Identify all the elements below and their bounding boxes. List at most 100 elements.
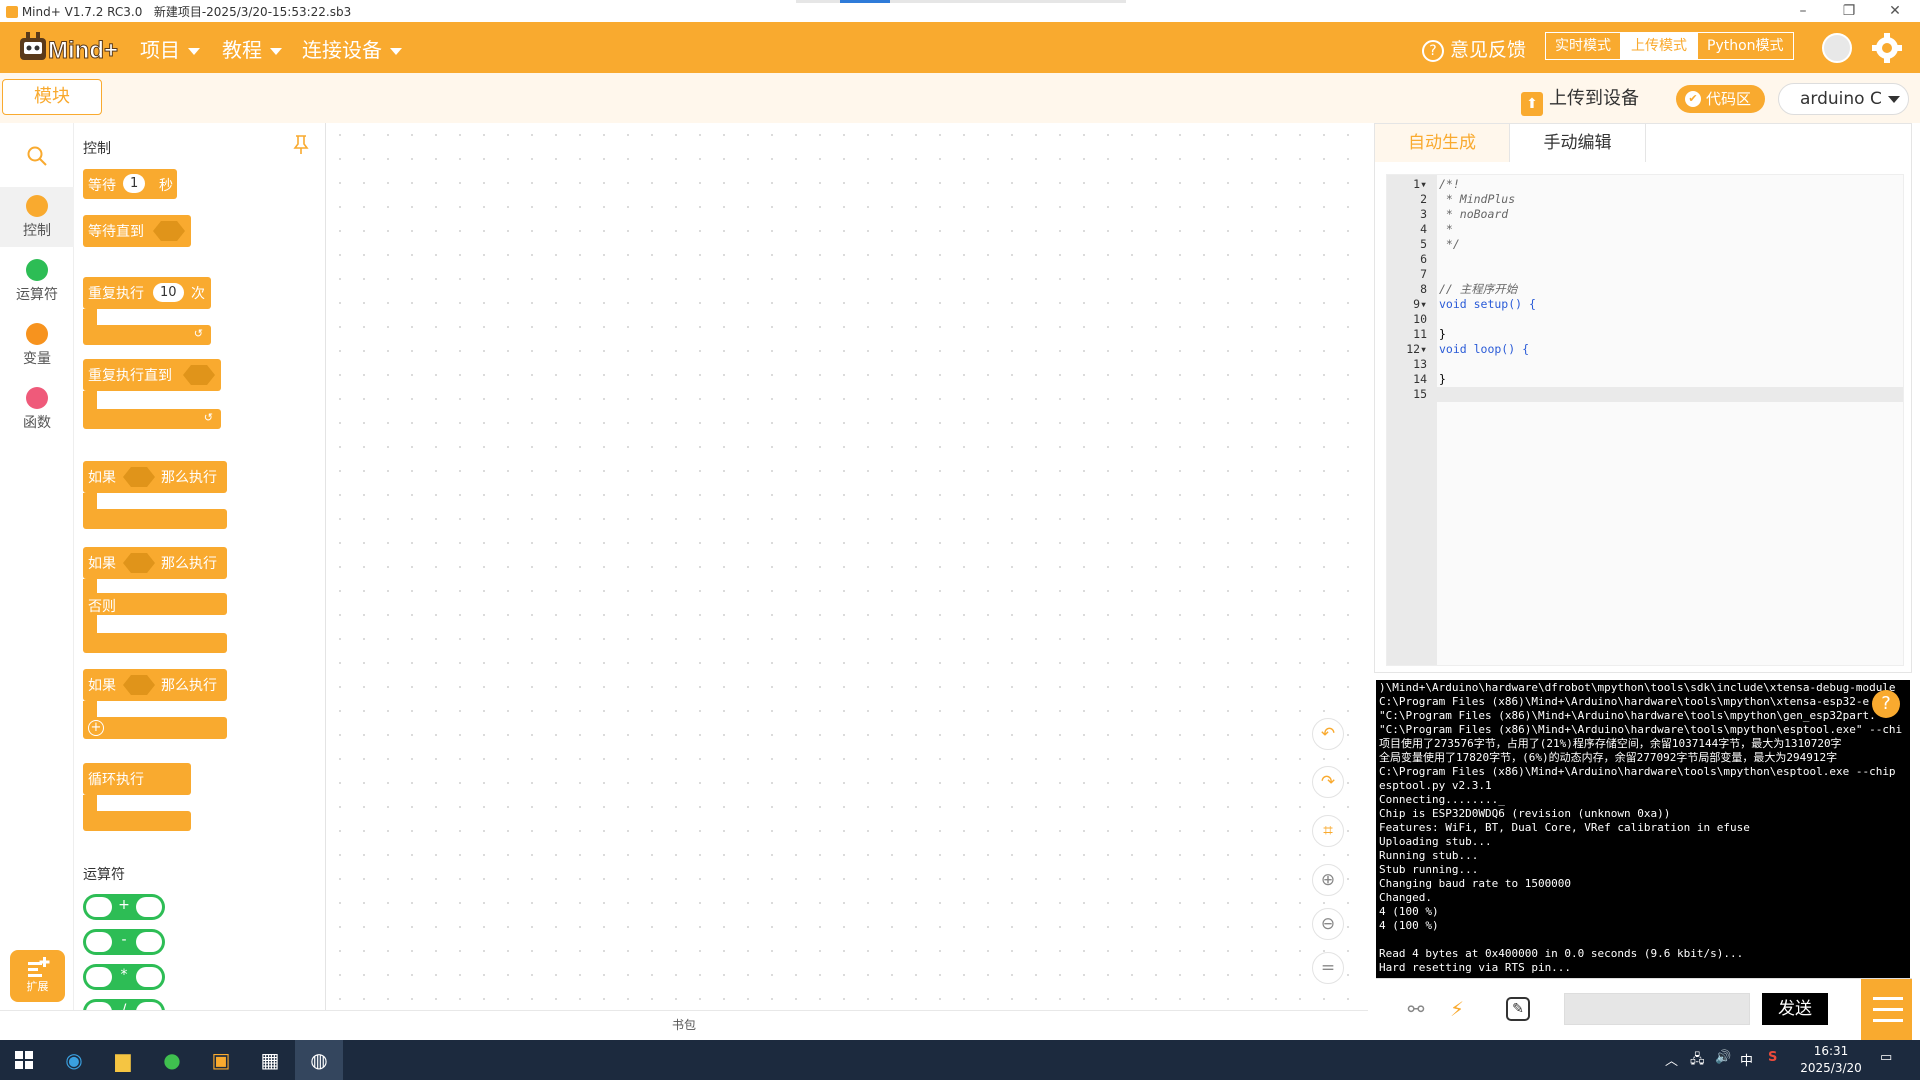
edge-icon[interactable]: ◉: [50, 1040, 98, 1080]
zoom-out-button[interactable]: ⊖: [1312, 908, 1344, 940]
category-operators[interactable]: 运算符: [0, 255, 74, 304]
block-op-divide[interactable]: /: [83, 999, 165, 1010]
feedback-button[interactable]: ? 意见反馈: [1422, 35, 1526, 62]
block-repeat-times[interactable]: 重复执行 10 次: [83, 277, 211, 309]
code-editor[interactable]: 1▾/*! 2 * MindPlus 3 * noBoard 4 * 5 */ …: [1386, 174, 1904, 666]
category-functions[interactable]: 函数: [0, 383, 74, 432]
block-op-add[interactable]: +: [83, 894, 165, 920]
tray-chevron-icon[interactable]: ︿: [1665, 1050, 1678, 1069]
block-if-else[interactable]: 如果 那么执行: [83, 547, 227, 579]
zoom-reset-button[interactable]: =: [1312, 952, 1344, 984]
ime-indicator[interactable]: 中: [1740, 1050, 1753, 1069]
category-control[interactable]: 控制: [0, 187, 74, 247]
block-forever-end: [83, 811, 191, 831]
menu-bar: Mind+ 项目 教程 连接设备 ? 意见反馈 实时模式 上传模式 Python…: [0, 22, 1920, 73]
mode-realtime[interactable]: 实时模式: [1545, 32, 1621, 60]
chevron-down-icon: [1887, 95, 1900, 103]
tab-blocks[interactable]: 模块: [2, 79, 102, 115]
gear-icon[interactable]: [1871, 32, 1903, 64]
category-sidebar: 控制 运算符 变量 函数: [0, 123, 74, 1040]
file-explorer-icon[interactable]: ▆: [99, 1040, 147, 1080]
zoom-in-button[interactable]: ⊕: [1312, 864, 1344, 896]
mode-upload[interactable]: 上传模式: [1621, 32, 1697, 60]
restore-button[interactable]: ❐: [1826, 0, 1872, 22]
network-icon[interactable]: 🖧: [1690, 1050, 1705, 1072]
section-title-control: 控制: [83, 141, 111, 157]
app-icon: [6, 6, 18, 18]
notification-icon[interactable]: ▭: [1880, 1050, 1892, 1065]
chevron-down-icon: [188, 48, 200, 55]
upload-button[interactable]: ⬆ 上传到设备: [1521, 84, 1639, 116]
block-wait-until[interactable]: 等待直到: [83, 215, 191, 247]
windows-taskbar: ◉ ▆ ● ▣ ▦ ◍ ︿ 🖧 🔊 中 S 16:31 2025/3/20 ▭: [0, 1040, 1920, 1080]
sogou-icon[interactable]: S: [1768, 1050, 1777, 1065]
serial-send-input[interactable]: [1564, 993, 1750, 1025]
chevron-down-icon: [390, 48, 402, 55]
backpack-bar[interactable]: 书包: [0, 1010, 1368, 1040]
block-repeat-end: ↺: [83, 325, 211, 345]
board-select[interactable]: arduino C: [1778, 83, 1909, 115]
project-name: 新建项目-2025/3/20-15:53:22.sb3: [153, 5, 352, 19]
mindplus-taskbar-icon[interactable]: ▣: [197, 1040, 245, 1080]
block-op-multiply[interactable]: *: [83, 964, 165, 990]
tab-auto-generate[interactable]: 自动生成: [1375, 124, 1510, 162]
category-dot: [26, 387, 48, 409]
disconnect-icon[interactable]: ⚡: [1442, 994, 1472, 1024]
serial-console[interactable]: )\Mind+\Arduino\hardware\dfrobot\mpython…: [1376, 680, 1910, 978]
category-dot: [26, 323, 48, 345]
minimize-button[interactable]: –: [1780, 0, 1826, 22]
toolbar: 模块 ⬆ 上传到设备 ✔ 代码区 arduino C: [0, 73, 1920, 123]
category-dot: [26, 259, 48, 281]
extension-icon: [28, 957, 50, 977]
svg-text:Mind+: Mind+: [48, 37, 118, 64]
drag-indicator: [796, 0, 1126, 3]
undo-button[interactable]: ↶: [1312, 718, 1344, 750]
usb-icon[interactable]: ⚯: [1401, 994, 1431, 1024]
photos-icon[interactable]: ◍: [295, 1040, 343, 1080]
block-forever[interactable]: 循环执行: [83, 763, 191, 795]
block-if-else-end: [83, 633, 227, 653]
menu-tutorial[interactable]: 教程: [222, 34, 282, 63]
menu-connect-device[interactable]: 连接设备: [302, 34, 402, 63]
close-button[interactable]: ✕: [1872, 0, 1918, 22]
mode-python[interactable]: Python模式: [1697, 32, 1794, 60]
search-icon[interactable]: [26, 145, 48, 167]
help-icon[interactable]: ?: [1872, 690, 1900, 718]
mindplus-logo: Mind+: [20, 32, 118, 65]
calculator-icon[interactable]: ▦: [246, 1040, 294, 1080]
extension-button[interactable]: 扩展: [10, 950, 65, 1002]
volume-icon[interactable]: 🔊: [1715, 1050, 1731, 1065]
block-if-then-expandable[interactable]: 如果 那么执行: [83, 669, 227, 701]
block-if-then[interactable]: 如果 那么执行: [83, 461, 227, 493]
send-button[interactable]: 发送: [1762, 993, 1828, 1025]
check-icon: ✔: [1685, 91, 1701, 107]
pin-icon[interactable]: [293, 135, 309, 155]
serial-toolbar: ⚯ ⚡ ✎ 发送: [1376, 978, 1912, 1041]
window-title: Mind+ V1.7.2 RC3.0 新建项目-2025/3/20-15:53:…: [6, 3, 351, 20]
code-area-toggle[interactable]: ✔ 代码区: [1676, 85, 1765, 113]
category-variables[interactable]: 变量: [0, 319, 74, 368]
block-repeat-until-end: ↺: [83, 409, 221, 429]
user-avatar[interactable]: [1822, 33, 1852, 63]
start-icon[interactable]: [0, 1040, 48, 1080]
plus-icon[interactable]: +: [88, 720, 104, 736]
browser-icon[interactable]: ●: [148, 1040, 196, 1080]
block-wait-seconds[interactable]: 等待 1 秒: [83, 169, 177, 199]
block-if-expand-end: +: [83, 717, 227, 739]
upload-icon: ⬆: [1521, 92, 1543, 116]
menu-project[interactable]: 项目: [140, 34, 200, 63]
backpack-label: 书包: [671, 1018, 696, 1032]
clock[interactable]: 16:31 2025/3/20: [1796, 1043, 1866, 1077]
tab-manual-edit[interactable]: 手动编辑: [1510, 124, 1646, 162]
crop-cleanup-button[interactable]: ⌗: [1312, 815, 1344, 847]
block-op-subtract[interactable]: -: [83, 929, 165, 955]
clear-console-icon[interactable]: ✎: [1506, 997, 1530, 1021]
block-else-label: 否则: [83, 593, 227, 615]
script-workspace[interactable]: [328, 123, 1368, 1010]
serial-menu-button[interactable]: [1861, 979, 1912, 1041]
category-dot: [26, 195, 48, 217]
app-version: Mind+ V1.7.2 RC3.0: [21, 5, 143, 19]
redo-button[interactable]: ↷: [1312, 766, 1344, 798]
block-repeat-until[interactable]: 重复执行直到: [83, 359, 221, 391]
section-title-operators: 运算符: [83, 867, 125, 883]
